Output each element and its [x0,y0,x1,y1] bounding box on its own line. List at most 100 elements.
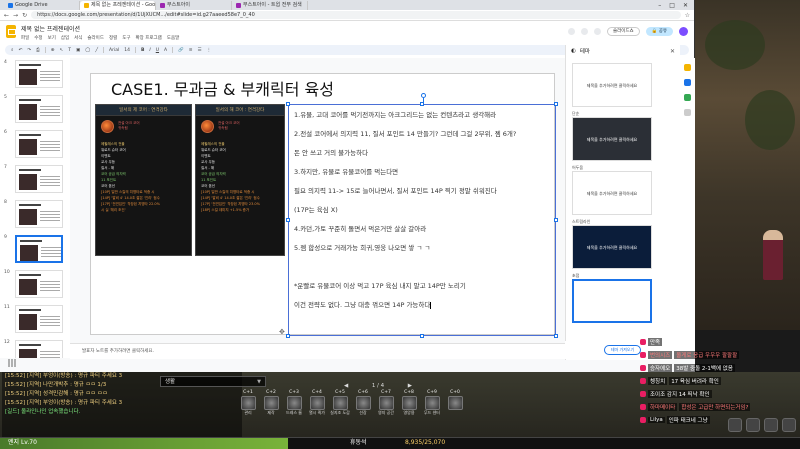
chat-channel-select[interactable]: 생활 ▼ [160,376,266,387]
move-icon[interactable]: ✥ [279,328,285,336]
browser-tab[interactable]: Google Drive [4,1,80,10]
keep-icon[interactable] [684,64,691,71]
more-icon[interactable]: ⋮ [207,48,212,53]
browser-tab[interactable]: 부스트아이 [156,1,232,10]
skill-slot[interactable]: C+6 선장 [353,390,373,422]
core-tooltip-right[interactable]: 일서의 해 코어 : 연격강타 전설 아크 코어 귀속됨 에필레스의 전율 워로드 … [195,104,285,256]
skill-slot[interactable]: C+0 [445,390,465,422]
skill-slot[interactable]: C+9 무드 센터 [422,390,442,422]
text-line[interactable]: (17P는 육심 X) [294,204,338,214]
slides-logo-icon[interactable] [6,25,16,38]
current-slide[interactable]: CASE1. 무과금 & 부캐릭터 육성 일서의 제 코어 : 연격강타 전설 … [90,73,558,338]
resize-handle[interactable] [420,334,424,338]
resize-handle[interactable] [286,218,290,222]
underline-button[interactable]: U [156,48,159,53]
print-icon[interactable]: ⎙ [36,47,40,53]
link-icon[interactable]: 🔗 [178,48,184,53]
theme-preview[interactable] [572,279,652,323]
menu-item[interactable]: 도움말 [167,35,179,41]
slide-thumbnail[interactable] [15,130,63,158]
slide-title[interactable]: CASE1. 무과금 & 부캐릭터 육성 [111,76,334,100]
grid-view-icon[interactable] [8,359,16,367]
theme-option[interactable]: 제목을 추가하려면 클릭하세요 [572,57,675,107]
menu-item[interactable]: 서식 [74,35,82,41]
document-title[interactable]: 제목 없는 프레젠테이션 [21,24,179,33]
search-menus-icon[interactable]: ⌕ [11,47,14,53]
slide-thumbnail-row[interactable]: 9 [0,233,70,266]
friends-icon[interactable] [764,418,778,432]
theme-preview[interactable]: 제목을 추가하려면 클릭하세요 [572,117,652,161]
reload-icon[interactable]: ↻ [22,12,27,19]
skill-slot[interactable]: C+1 관리 [238,390,258,422]
resize-handle[interactable] [554,218,558,222]
skill-slot[interactable]: C+3 드레스 룸 [284,390,304,422]
zoom-icon[interactable]: ⊕ [51,48,55,53]
star-icon[interactable]: ☆ [685,12,690,19]
history-icon[interactable] [567,28,575,35]
slide-thumbnail-row[interactable]: 12 [0,338,70,358]
bag-icon[interactable] [728,418,742,432]
back-icon[interactable]: ← [4,12,9,19]
list-icon[interactable]: ☰ [198,48,202,53]
skill-slot[interactable]: C+7 영지 공간 [376,390,396,422]
comment-icon[interactable] [580,28,588,35]
slide-thumbnail[interactable] [15,305,63,333]
textbox-icon[interactable]: T [68,48,71,53]
text-line[interactable]: 필요 의지력 11-> 15로 늘어나면서, 질서 포인트 14P 찍기 정말 … [294,185,497,195]
image-icon[interactable]: ▣ [76,48,80,53]
menu-item[interactable]: 정렬 [109,35,117,41]
text-line[interactable]: *운빨로 유물코어 이상 먹고 17P 육심 내지 말고 14P만 노리기 [294,280,466,290]
close-icon[interactable]: ✕ [670,48,675,55]
slide-thumbnail-row[interactable]: 11 [0,303,70,336]
theme-preview[interactable]: 제목을 추가하려면 클릭하세요 [572,225,652,269]
present-button[interactable]: 슬라이드쇼 [606,27,640,36]
avatar[interactable] [679,27,688,36]
share-button[interactable]: 🔒 공유 [645,27,673,36]
text-line[interactable]: 4.카던,가토 꾸준히 돌면서 먹은거만 살살 갈아라 [294,223,426,233]
close-window-icon[interactable]: ✕ [683,1,688,10]
italic-button[interactable]: I [149,48,150,53]
menu-item[interactable]: 확장 프로그램 [136,35,162,41]
redo-icon[interactable]: ↷ [27,48,31,53]
browser-tab[interactable]: 부스트아이 - 트윕 전부 검색 [232,1,308,10]
text-line[interactable]: 1.유물, 고대 코어를 먹기전까지는 아크그리드는 없는 컨텐츠라고 생각해라 [294,109,496,119]
text-line[interactable]: 5.젬 합성으로 거래가능 희귀,영웅 나오면 쌓 ㄱ ㄱ [294,242,430,252]
tasks-icon[interactable] [684,79,691,86]
menu-item[interactable]: 수정 [34,35,42,41]
rotate-handle[interactable] [421,93,426,98]
forward-icon[interactable]: → [13,12,18,19]
slide-thumbnail[interactable] [15,235,63,263]
slide-thumbnail[interactable] [15,95,63,123]
cursor-icon[interactable]: ↖ [59,48,63,53]
resize-handle[interactable] [554,334,558,338]
text-box[interactable]: 1.유물, 고대 코어를 먹기전까지는 아크그리드는 없는 컨텐츠라고 생각해라… [286,93,558,338]
address-input[interactable]: https://docs.google.com/presentation/d/1… [31,11,681,19]
text-line[interactable]: 2.전설 코어에서 의지력 11, 질서 포인트 14 만들기? 그런데 그걸 … [294,128,516,138]
resize-handle[interactable] [554,102,558,106]
slide-thumbnail[interactable] [15,270,63,298]
minimize-icon[interactable]: – [658,1,661,10]
prev-page-icon[interactable]: ◀ [344,383,348,389]
slide-thumbnail-row[interactable]: 7 [0,163,70,196]
theme-preview[interactable]: 제목을 추가하려면 클릭하세요 [572,63,652,107]
skill-slot[interactable]: C+8 영앙용 [399,390,419,422]
slide-thumbnail-row[interactable]: 4 [0,58,70,91]
mail-icon[interactable] [746,418,760,432]
import-theme-button[interactable]: 테마 가져오기 [603,345,642,355]
slide-thumbnail-row[interactable]: 8 [0,198,70,231]
resize-handle[interactable] [420,102,424,106]
text-line[interactable]: 이건 전략도 없다. 그냥 대충 꺾으면 14P 가능하다 [294,299,432,309]
menu-item[interactable]: 도구 [122,35,130,41]
skill-slot[interactable]: C+2 제작 [261,390,281,422]
theme-option[interactable]: 스트림라인 제목을 추가하려면 클릭하세요 [572,219,675,269]
menu-item[interactable]: 파일 [21,35,29,41]
skill-slot[interactable]: C+5 실지조 도감 [330,390,350,422]
font-size-select[interactable]: 14 [124,48,130,53]
slide-thumbnail[interactable] [15,340,63,358]
font-select[interactable]: Arial [109,48,119,53]
skill-slot[interactable]: C+4 열시 퀵가 [307,390,327,422]
menu-item[interactable]: 삽입 [61,35,69,41]
shape-icon[interactable]: ◯ [85,48,90,53]
meet-icon[interactable] [593,28,601,35]
core-tooltip-left[interactable]: 일서의 제 코어 : 연격강타 전설 아크 코어 귀속됨 에필레스의 전율 워로드 … [95,104,192,256]
